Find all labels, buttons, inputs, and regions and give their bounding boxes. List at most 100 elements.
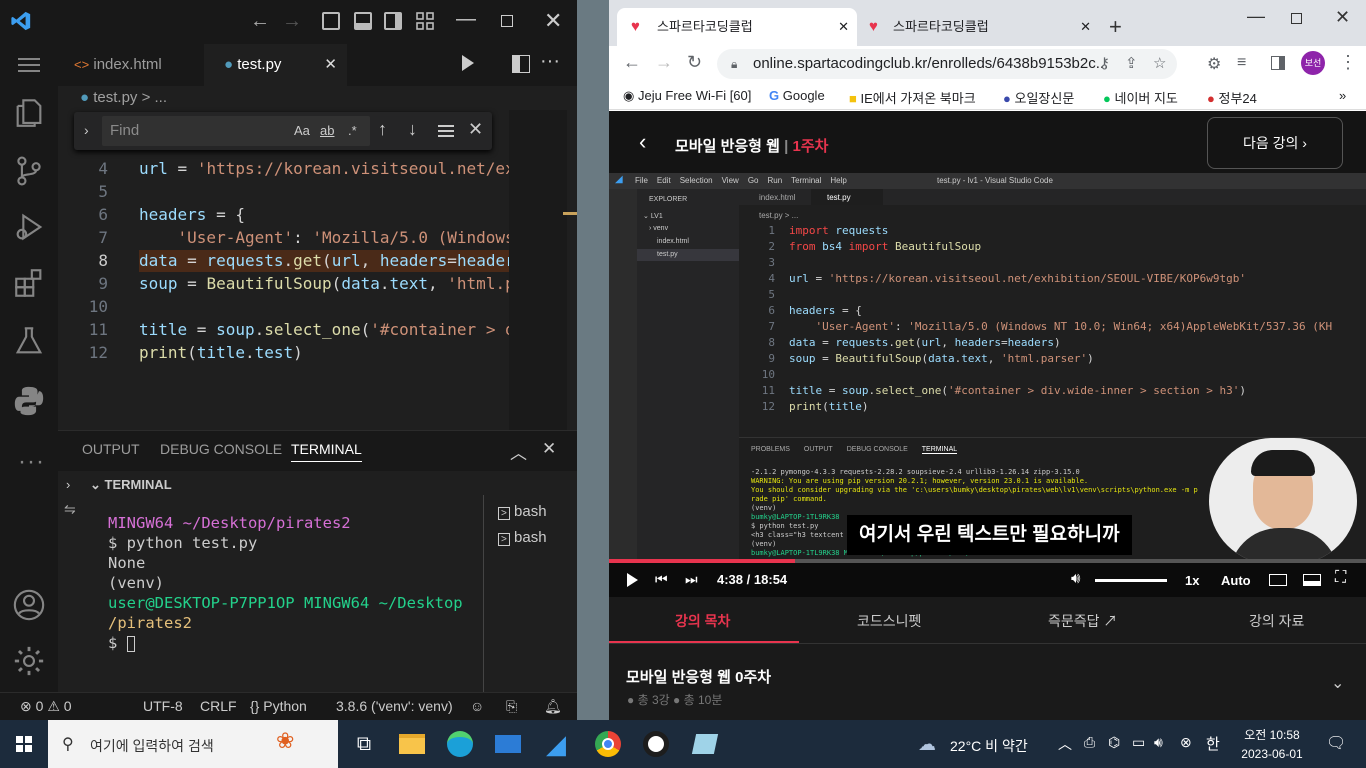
code-editor[interactable]: 4 url = 'https://korean.visitseoul.net/ex…: [58, 150, 577, 428]
close-window-icon[interactable]: ✕: [1335, 7, 1350, 28]
maximize-icon[interactable]: [501, 15, 513, 27]
play-icon[interactable]: [627, 573, 638, 587]
skip-back-icon[interactable]: ⏮: [655, 571, 668, 588]
settings-gear-icon[interactable]: [12, 644, 46, 678]
run-file-icon[interactable]: [462, 55, 474, 71]
browser-tab[interactable]: ♥ 스파르타코딩클럽 ✕: [859, 8, 1099, 46]
language-mode[interactable]: {} Python: [250, 698, 307, 714]
mute-status-icon[interactable]: ⊗: [1180, 734, 1192, 751]
more-icon[interactable]: ···: [18, 448, 45, 476]
toggle-replace-icon[interactable]: ›: [84, 122, 89, 138]
minimap[interactable]: [509, 110, 567, 430]
video-player[interactable]: ◢ File Edit Selection View Go Run Terminal Help…: [609, 173, 1366, 597]
minimize-icon[interactable]: —: [456, 8, 476, 31]
bookmark-item[interactable]: ● 네이버 지도: [1103, 88, 1178, 107]
terminal-area[interactable]: › ⌄ TERMINAL ⇋ MINGW64 ~/Desktop/pirates…: [58, 471, 577, 693]
chevron-right-icon[interactable]: ›: [66, 477, 70, 492]
address-bar[interactable]: 🔒︎ online.spartacodingclub.kr/enrolleds/…: [717, 49, 1177, 79]
shell-bash-1[interactable]: > bash: [498, 503, 547, 520]
regex-icon[interactable]: .*: [348, 123, 357, 138]
tab-index-html[interactable]: <> index.html: [58, 44, 202, 86]
run-debug-icon[interactable]: [12, 210, 46, 244]
windows-start-icon[interactable]: [16, 736, 32, 752]
code-line[interactable]: title = soup.select_one('#container > di: [139, 319, 509, 341]
tab-output[interactable]: OUTPUT: [82, 441, 140, 457]
fullscreen-icon[interactable]: ⛶: [1335, 569, 1346, 587]
extensions-icon[interactable]: [12, 266, 46, 300]
edge-icon[interactable]: [444, 728, 476, 760]
tab-qna[interactable]: 즉문즉답 ↗: [1048, 611, 1117, 631]
back-arrow-icon[interactable]: ←: [250, 10, 270, 33]
new-tab-button[interactable]: +: [1109, 14, 1122, 40]
weather-cloud-icon[interactable]: ☁: [918, 734, 936, 755]
line-endings[interactable]: CRLF: [200, 698, 237, 714]
bookmark-item[interactable]: ◉ Jeju Free Wi-Fi [60]: [623, 88, 751, 104]
problems-indicator[interactable]: ⊗ 0 ⚠ 0: [20, 698, 72, 715]
terminal-output[interactable]: MINGW64 ~/Desktop/pirates2 $ python test.…: [58, 513, 478, 673]
side-panel-icon[interactable]: [1271, 56, 1285, 70]
code-line[interactable]: print(title.test): [139, 342, 509, 364]
reload-icon[interactable]: ↻: [687, 52, 702, 73]
tab-code-snippet[interactable]: 코드스니펫: [857, 611, 921, 631]
close-tab-icon[interactable]: ✕: [838, 8, 849, 46]
tab-debug-console[interactable]: DEBUG CONSOLE: [160, 441, 282, 457]
network-icon[interactable]: ⌬: [1108, 734, 1120, 751]
tray-chevron-icon[interactable]: ︿: [1058, 734, 1072, 754]
breadcrumb[interactable]: ● test.py > ...: [80, 89, 167, 106]
volume-icon[interactable]: 🔊︎: [1154, 734, 1163, 751]
split-editor-icon[interactable]: [512, 55, 530, 73]
more-actions-icon[interactable]: ···: [540, 50, 560, 73]
code-line[interactable]: 'User-Agent': 'Mozilla/5.0 (Windows: [139, 227, 509, 249]
forward-arrow-icon[interactable]: →: [282, 10, 302, 33]
find-in-selection-icon[interactable]: [438, 125, 454, 127]
chrome-taskbar-icon[interactable]: [592, 728, 624, 760]
tab-lecture-list[interactable]: 강의 목차: [675, 611, 730, 631]
bookmark-folder[interactable]: ■ IE에서 가져온 북마크: [849, 88, 976, 107]
tray-app-icon[interactable]: ⎙: [1084, 734, 1095, 751]
vscode-taskbar-icon[interactable]: ◢: [540, 728, 572, 760]
terminal-section-header[interactable]: ⌄ TERMINAL: [90, 477, 172, 493]
code-line[interactable]: url = 'https://korean.visitseoul.net/exh: [139, 158, 509, 180]
media-control-icon[interactable]: ≡: [1237, 54, 1246, 72]
close-panel-icon[interactable]: ✕: [542, 439, 556, 459]
code-line[interactable]: soup = BeautifulSoup(data.text, 'html.pa: [139, 273, 509, 295]
python-interpreter[interactable]: 3.8.6 ('venv': venv): [336, 698, 453, 714]
ime-indicator[interactable]: 한: [1206, 733, 1220, 754]
next-lecture-button[interactable]: 다음 강의 ›: [1207, 117, 1343, 169]
menu-icon[interactable]: [18, 58, 40, 60]
playback-speed[interactable]: 1x: [1185, 573, 1199, 588]
code-line[interactable]: [139, 296, 509, 318]
code-line[interactable]: [139, 181, 509, 203]
tab-test-py[interactable]: ● test.py ✕: [204, 44, 347, 86]
tab-terminal[interactable]: TERMINAL: [291, 441, 362, 462]
share-icon[interactable]: ⇪: [1125, 49, 1138, 79]
task-view-icon[interactable]: ⧉: [348, 728, 380, 760]
testing-flask-icon[interactable]: [12, 324, 46, 358]
mail-icon[interactable]: [492, 728, 524, 760]
explorer-icon[interactable]: [12, 96, 46, 130]
python-icon[interactable]: [12, 384, 46, 418]
toggle-secondary-sidebar-icon[interactable]: [384, 12, 402, 30]
code-line[interactable]: headers = {: [139, 204, 509, 226]
close-find-icon[interactable]: ✕: [468, 119, 483, 140]
more-bookmarks-icon[interactable]: »: [1339, 88, 1346, 103]
app-icon-2[interactable]: [690, 728, 722, 760]
profile-avatar[interactable]: 보선: [1301, 51, 1325, 75]
forward-icon[interactable]: →: [655, 52, 673, 73]
taskbar-search-box[interactable]: ⚲ 여기에 입력하여 검색 ❀: [48, 720, 338, 768]
source-control-icon[interactable]: [12, 154, 46, 188]
shell-bash-2[interactable]: > bash: [498, 529, 547, 546]
bookmark-item[interactable]: G Google: [769, 88, 825, 103]
weather-text[interactable]: 22°C 비 약간: [950, 736, 1028, 756]
maximize-icon[interactable]: [1291, 13, 1302, 24]
maximize-panel-icon[interactable]: ︿: [510, 439, 527, 464]
browser-tab-active[interactable]: ♥ 스파르타코딩클럽 ✕: [617, 8, 857, 46]
battery-icon[interactable]: ▭: [1132, 734, 1145, 751]
code-line[interactable]: data = requests.get(url, headers=headers: [139, 250, 509, 272]
minimize-icon[interactable]: —: [1247, 6, 1265, 27]
clock[interactable]: 오전 10:58 2023-06-01: [1232, 726, 1312, 761]
next-match-icon[interactable]: ↓: [408, 119, 417, 140]
match-word-icon[interactable]: ab: [320, 123, 334, 138]
back-chevron-icon[interactable]: ‹: [639, 129, 646, 155]
pip-icon[interactable]: [1303, 574, 1321, 586]
